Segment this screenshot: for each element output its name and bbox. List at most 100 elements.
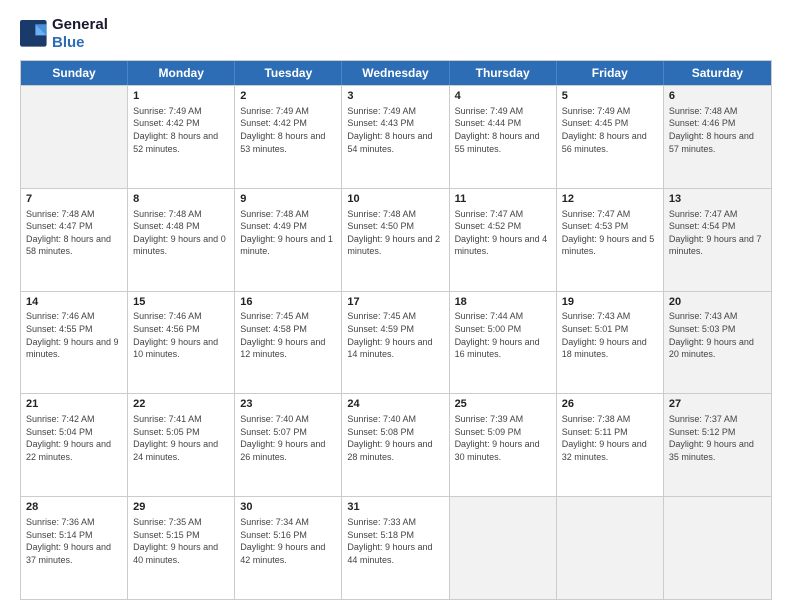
cell-info: Sunrise: 7:49 AMSunset: 4:44 PMDaylight:… [455,105,551,155]
cell-info: Sunrise: 7:45 AMSunset: 4:58 PMDaylight:… [240,310,336,360]
cell-info: Sunrise: 7:36 AMSunset: 5:14 PMDaylight:… [26,516,122,566]
day-number: 24 [347,397,443,412]
cell-info: Sunrise: 7:48 AMSunset: 4:47 PMDaylight:… [26,208,122,258]
cell-info: Sunrise: 7:49 AMSunset: 4:42 PMDaylight:… [133,105,229,155]
cell-info: Sunrise: 7:35 AMSunset: 5:15 PMDaylight:… [133,516,229,566]
cell-info: Sunrise: 7:45 AMSunset: 4:59 PMDaylight:… [347,310,443,360]
cell-info: Sunrise: 7:47 AMSunset: 4:54 PMDaylight:… [669,208,766,258]
cell-info: Sunrise: 7:46 AMSunset: 4:56 PMDaylight:… [133,310,229,360]
day-number: 27 [669,397,766,412]
day-number: 10 [347,192,443,207]
cell-info: Sunrise: 7:42 AMSunset: 5:04 PMDaylight:… [26,413,122,463]
cal-cell-0-1: 1Sunrise: 7:49 AMSunset: 4:42 PMDaylight… [128,86,235,188]
day-number: 26 [562,397,658,412]
day-number: 13 [669,192,766,207]
cal-cell-1-2: 9Sunrise: 7:48 AMSunset: 4:49 PMDaylight… [235,189,342,291]
cal-cell-4-2: 30Sunrise: 7:34 AMSunset: 5:16 PMDayligh… [235,497,342,599]
day-header-tuesday: Tuesday [235,61,342,85]
cell-info: Sunrise: 7:40 AMSunset: 5:08 PMDaylight:… [347,413,443,463]
cell-info: Sunrise: 7:39 AMSunset: 5:09 PMDaylight:… [455,413,551,463]
day-number: 16 [240,295,336,310]
cal-cell-3-0: 21Sunrise: 7:42 AMSunset: 5:04 PMDayligh… [21,394,128,496]
logo-icon [20,20,48,48]
cell-info: Sunrise: 7:48 AMSunset: 4:49 PMDaylight:… [240,208,336,258]
week-row-0: 1Sunrise: 7:49 AMSunset: 4:42 PMDaylight… [21,85,771,188]
day-number: 25 [455,397,551,412]
cal-cell-3-6: 27Sunrise: 7:37 AMSunset: 5:12 PMDayligh… [664,394,771,496]
day-number: 4 [455,89,551,104]
cell-info: Sunrise: 7:43 AMSunset: 5:01 PMDaylight:… [562,310,658,360]
cal-cell-2-0: 14Sunrise: 7:46 AMSunset: 4:55 PMDayligh… [21,292,128,394]
cal-cell-1-3: 10Sunrise: 7:48 AMSunset: 4:50 PMDayligh… [342,189,449,291]
day-number: 7 [26,192,122,207]
page: General Blue SundayMondayTuesdayWednesda… [0,0,792,612]
logo: General Blue [20,16,108,52]
cal-cell-0-5: 5Sunrise: 7:49 AMSunset: 4:45 PMDaylight… [557,86,664,188]
cal-cell-1-4: 11Sunrise: 7:47 AMSunset: 4:52 PMDayligh… [450,189,557,291]
day-number: 3 [347,89,443,104]
day-number: 1 [133,89,229,104]
cell-info: Sunrise: 7:48 AMSunset: 4:50 PMDaylight:… [347,208,443,258]
cal-cell-4-4 [450,497,557,599]
cal-cell-0-6: 6Sunrise: 7:48 AMSunset: 4:46 PMDaylight… [664,86,771,188]
day-number: 14 [26,295,122,310]
cal-cell-2-5: 19Sunrise: 7:43 AMSunset: 5:01 PMDayligh… [557,292,664,394]
day-number: 30 [240,500,336,515]
cal-cell-3-3: 24Sunrise: 7:40 AMSunset: 5:08 PMDayligh… [342,394,449,496]
day-number: 5 [562,89,658,104]
cell-info: Sunrise: 7:47 AMSunset: 4:53 PMDaylight:… [562,208,658,258]
day-number: 8 [133,192,229,207]
cal-cell-0-4: 4Sunrise: 7:49 AMSunset: 4:44 PMDaylight… [450,86,557,188]
cal-cell-2-6: 20Sunrise: 7:43 AMSunset: 5:03 PMDayligh… [664,292,771,394]
cell-info: Sunrise: 7:37 AMSunset: 5:12 PMDaylight:… [669,413,766,463]
day-number: 15 [133,295,229,310]
cell-info: Sunrise: 7:48 AMSunset: 4:48 PMDaylight:… [133,208,229,258]
day-number: 19 [562,295,658,310]
cal-cell-2-2: 16Sunrise: 7:45 AMSunset: 4:58 PMDayligh… [235,292,342,394]
cell-info: Sunrise: 7:40 AMSunset: 5:07 PMDaylight:… [240,413,336,463]
logo-text: General Blue [52,16,108,52]
cal-cell-4-5 [557,497,664,599]
cal-cell-0-2: 2Sunrise: 7:49 AMSunset: 4:42 PMDaylight… [235,86,342,188]
day-header-friday: Friday [557,61,664,85]
calendar-body: 1Sunrise: 7:49 AMSunset: 4:42 PMDaylight… [21,85,771,599]
cal-cell-3-2: 23Sunrise: 7:40 AMSunset: 5:07 PMDayligh… [235,394,342,496]
day-number: 6 [669,89,766,104]
day-number: 31 [347,500,443,515]
day-number: 9 [240,192,336,207]
day-header-sunday: Sunday [21,61,128,85]
header: General Blue [20,16,772,52]
week-row-1: 7Sunrise: 7:48 AMSunset: 4:47 PMDaylight… [21,188,771,291]
cell-info: Sunrise: 7:33 AMSunset: 5:18 PMDaylight:… [347,516,443,566]
cell-info: Sunrise: 7:46 AMSunset: 4:55 PMDaylight:… [26,310,122,360]
cell-info: Sunrise: 7:38 AMSunset: 5:11 PMDaylight:… [562,413,658,463]
cal-cell-1-1: 8Sunrise: 7:48 AMSunset: 4:48 PMDaylight… [128,189,235,291]
week-row-3: 21Sunrise: 7:42 AMSunset: 5:04 PMDayligh… [21,393,771,496]
week-row-2: 14Sunrise: 7:46 AMSunset: 4:55 PMDayligh… [21,291,771,394]
day-header-wednesday: Wednesday [342,61,449,85]
day-number: 22 [133,397,229,412]
cal-cell-0-3: 3Sunrise: 7:49 AMSunset: 4:43 PMDaylight… [342,86,449,188]
cal-cell-4-1: 29Sunrise: 7:35 AMSunset: 5:15 PMDayligh… [128,497,235,599]
calendar-header: SundayMondayTuesdayWednesdayThursdayFrid… [21,61,771,85]
cell-info: Sunrise: 7:43 AMSunset: 5:03 PMDaylight:… [669,310,766,360]
day-number: 28 [26,500,122,515]
day-header-thursday: Thursday [450,61,557,85]
cal-cell-2-1: 15Sunrise: 7:46 AMSunset: 4:56 PMDayligh… [128,292,235,394]
cell-info: Sunrise: 7:41 AMSunset: 5:05 PMDaylight:… [133,413,229,463]
cal-cell-0-0 [21,86,128,188]
cell-info: Sunrise: 7:49 AMSunset: 4:42 PMDaylight:… [240,105,336,155]
cell-info: Sunrise: 7:49 AMSunset: 4:43 PMDaylight:… [347,105,443,155]
cal-cell-1-0: 7Sunrise: 7:48 AMSunset: 4:47 PMDaylight… [21,189,128,291]
cal-cell-3-1: 22Sunrise: 7:41 AMSunset: 5:05 PMDayligh… [128,394,235,496]
week-row-4: 28Sunrise: 7:36 AMSunset: 5:14 PMDayligh… [21,496,771,599]
day-number: 12 [562,192,658,207]
day-number: 2 [240,89,336,104]
calendar: SundayMondayTuesdayWednesdayThursdayFrid… [20,60,772,600]
cal-cell-1-5: 12Sunrise: 7:47 AMSunset: 4:53 PMDayligh… [557,189,664,291]
cal-cell-4-0: 28Sunrise: 7:36 AMSunset: 5:14 PMDayligh… [21,497,128,599]
day-number: 20 [669,295,766,310]
day-number: 23 [240,397,336,412]
cal-cell-1-6: 13Sunrise: 7:47 AMSunset: 4:54 PMDayligh… [664,189,771,291]
cell-info: Sunrise: 7:34 AMSunset: 5:16 PMDaylight:… [240,516,336,566]
